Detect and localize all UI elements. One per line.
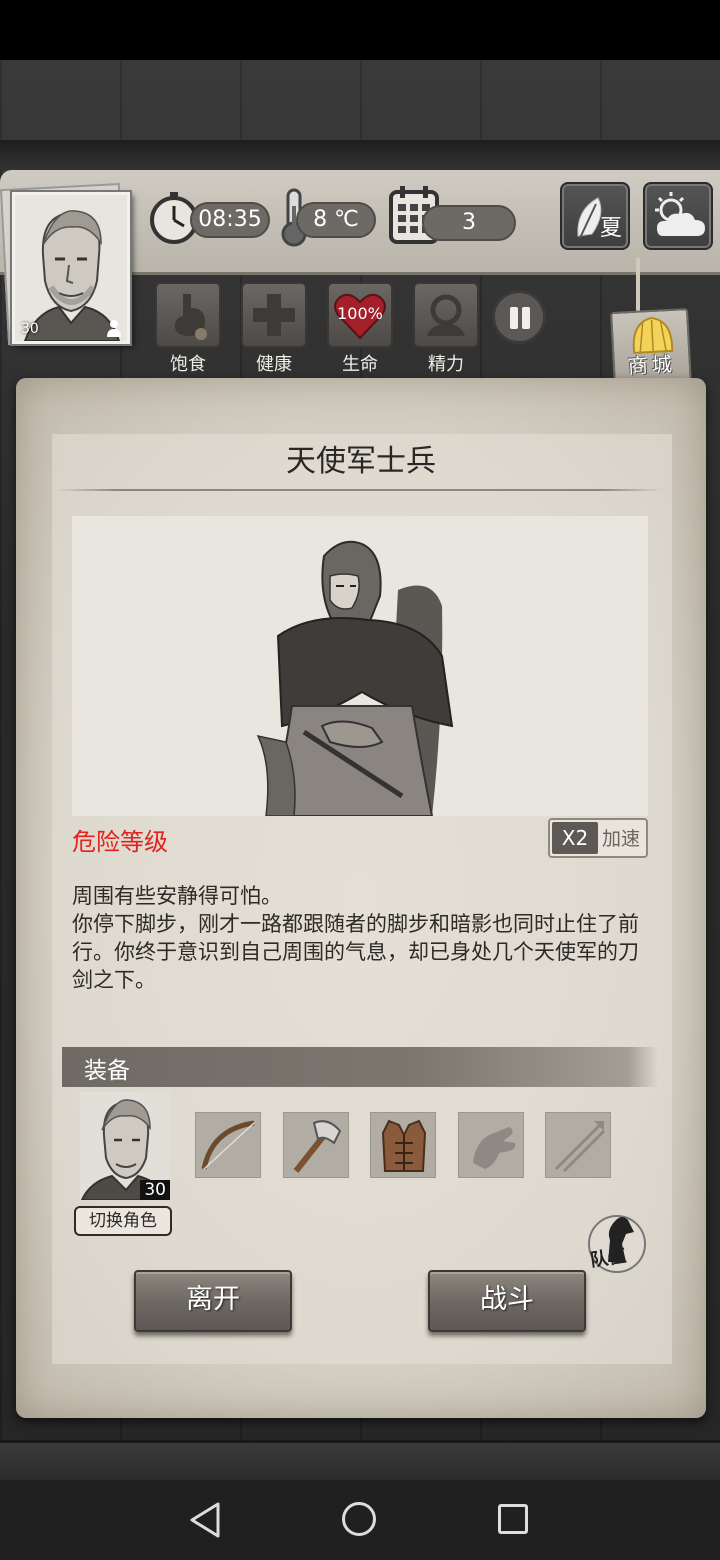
- pause-button[interactable]: [492, 290, 546, 344]
- satiety-button[interactable]: [155, 282, 221, 348]
- hero-level: 30: [140, 1180, 170, 1200]
- equipment-header: 装备: [62, 1047, 658, 1087]
- speed-multiplier: X2: [552, 822, 598, 854]
- day-display: 3: [422, 205, 516, 241]
- weather-button[interactable]: [643, 182, 713, 250]
- axe-icon: [293, 1120, 342, 1173]
- encounter-title: 天使军士兵: [286, 444, 436, 479]
- equipment-slot-bow[interactable]: [195, 1112, 261, 1178]
- team-button[interactable]: 队伍: [586, 1210, 648, 1274]
- arrows-icon: [554, 1121, 606, 1173]
- stat-label: 饱食: [170, 354, 206, 375]
- health-button[interactable]: [241, 282, 307, 348]
- bottom-wood-band: [0, 1440, 720, 1480]
- danger-level-label: 危险等级: [72, 828, 168, 856]
- season-button[interactable]: 夏: [560, 182, 630, 250]
- team-label: 队伍: [588, 1245, 628, 1272]
- life-button[interactable]: 100%: [327, 282, 393, 348]
- enemy-illustration: [72, 516, 648, 817]
- stat-label: 生命: [342, 354, 378, 375]
- story-line: 你停下脚步，刚才一路都跟随者的脚步和暗影也同时止住了前行。你终于意识到自己周围的…: [72, 912, 639, 992]
- stat-label: 健康: [256, 354, 292, 375]
- equipment-slot-arrows[interactable]: [545, 1112, 611, 1178]
- person-icon: [105, 319, 123, 337]
- encounter-description: 周围有些安静得可怕。 你停下脚步，刚才一路都跟随者的脚步和暗影也同时止住了前行。…: [72, 882, 652, 994]
- equipment-slot-vest[interactable]: [370, 1112, 436, 1178]
- hero-avatar[interactable]: 30: [80, 1092, 170, 1201]
- shop-label: 商城: [627, 351, 677, 379]
- time-display: 08:35: [190, 202, 270, 238]
- glove-icon: [473, 1127, 516, 1169]
- status-bar: [0, 0, 720, 60]
- equipment-slot-axe[interactable]: [283, 1112, 349, 1178]
- title-divider: [56, 489, 662, 491]
- cloudy-icon: [655, 192, 705, 236]
- stat-label: 精力: [428, 354, 464, 375]
- shop-rope: [636, 258, 640, 312]
- recent-apps-icon[interactable]: [498, 1504, 528, 1534]
- player-level: 30: [21, 321, 39, 337]
- stomach-icon: [175, 294, 207, 340]
- back-icon[interactable]: [188, 1500, 224, 1544]
- bow-icon: [201, 1120, 255, 1170]
- shop-button[interactable]: 商城: [610, 308, 692, 388]
- life-value: 100%: [337, 304, 383, 323]
- home-icon[interactable]: [342, 1502, 376, 1536]
- speed-toggle-button[interactable]: X2 加速: [548, 818, 648, 858]
- cross-icon: [253, 294, 295, 336]
- switch-character-button[interactable]: 切换角色: [74, 1206, 172, 1236]
- equipment-label: 装备: [84, 1058, 130, 1084]
- season-label: 夏: [599, 216, 622, 241]
- temperature-display: 8 ℃: [296, 202, 376, 238]
- fight-button[interactable]: 战斗: [428, 1270, 586, 1332]
- wood-band: [0, 140, 720, 170]
- equipment-slot-gloves[interactable]: [458, 1112, 524, 1178]
- player-portrait[interactable]: 30: [12, 192, 130, 344]
- story-line: 周围有些安静得可怕。: [72, 884, 282, 908]
- leave-button[interactable]: 离开: [134, 1270, 292, 1332]
- vest-icon: [381, 1119, 427, 1172]
- speed-label: 加速: [602, 828, 641, 850]
- energy-button[interactable]: [413, 282, 479, 348]
- head-icon: [427, 294, 465, 336]
